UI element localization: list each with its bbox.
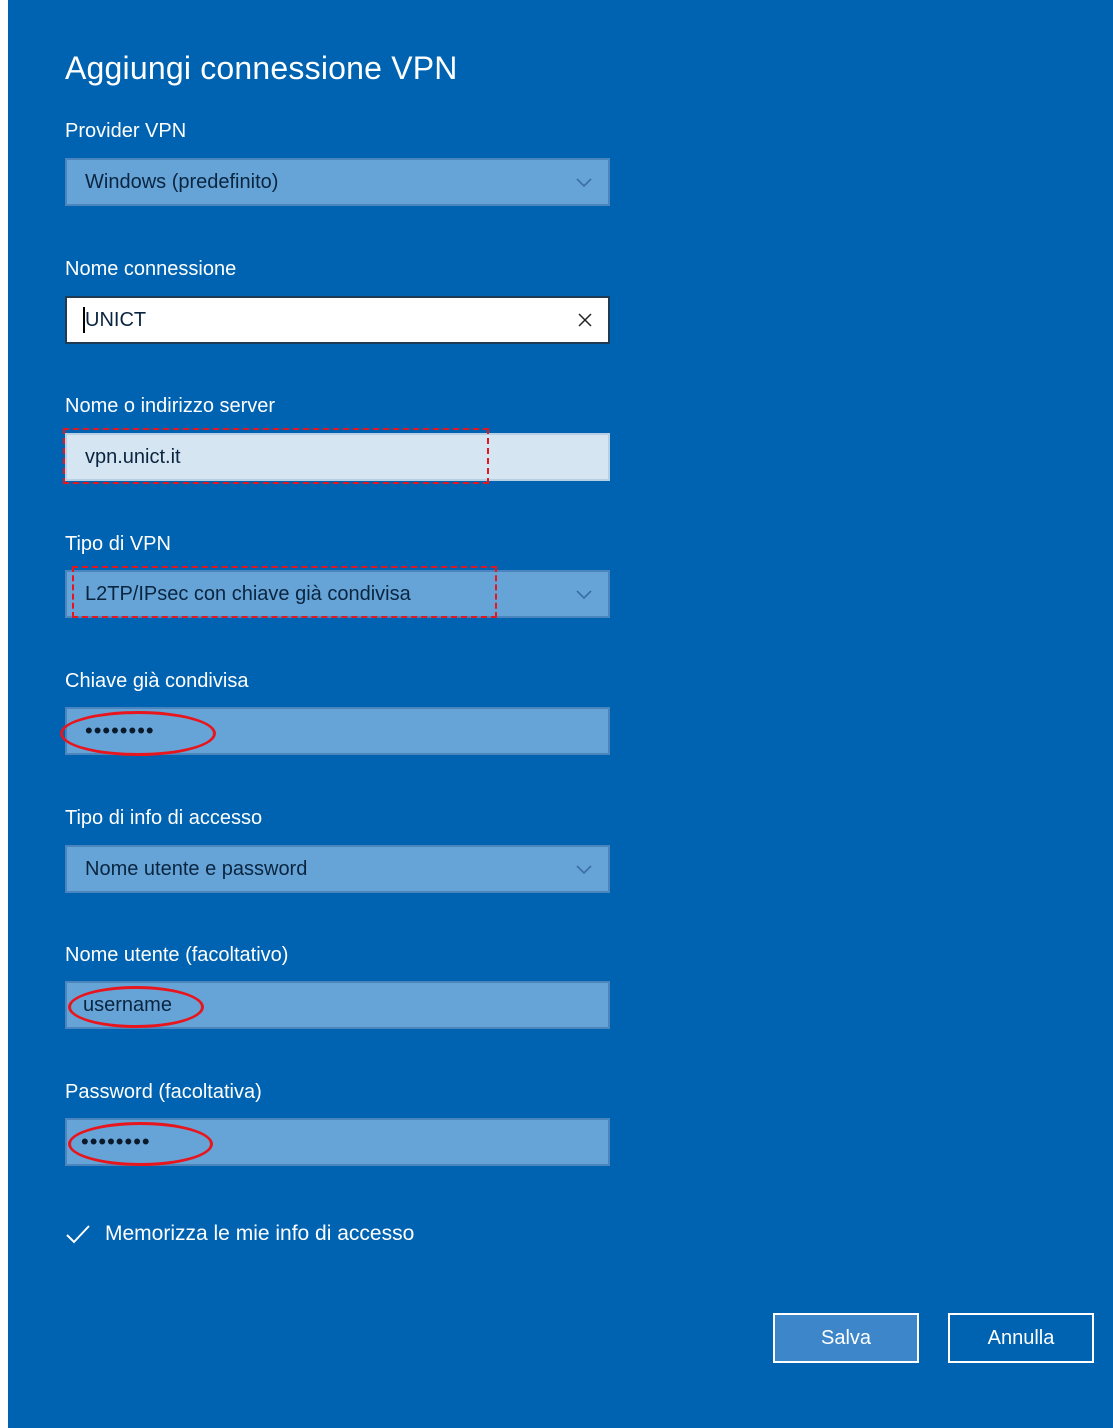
chevron-down-icon [576, 865, 592, 875]
page-title: Aggiungi connessione VPN [65, 50, 458, 86]
connection-name-value: UNICT [85, 308, 147, 331]
vpn-type-select[interactable]: L2TP/IPsec con chiave già condivisa [65, 570, 610, 618]
password-label: Password (facoltativa) [65, 1081, 262, 1103]
provider-select[interactable]: Windows (predefinito) [65, 158, 610, 206]
checkmark-icon [66, 1225, 90, 1244]
remember-label: Memorizza le mie info di accesso [105, 1222, 415, 1245]
vpn-type-label: Tipo di VPN [65, 533, 171, 555]
password-input[interactable]: •••••••• [65, 1118, 610, 1166]
signin-type-select[interactable]: Nome utente e password [65, 845, 610, 893]
preshared-key-label: Chiave già condivisa [65, 670, 249, 692]
provider-value: Windows (predefinito) [85, 170, 279, 193]
username-input[interactable]: username [65, 981, 610, 1029]
connection-name-input[interactable]: UNICT [65, 296, 610, 344]
server-value: vpn.unict.it [85, 445, 181, 468]
signin-type-value: Nome utente e password [85, 857, 308, 880]
chevron-down-icon [576, 590, 592, 600]
server-label: Nome o indirizzo server [65, 395, 276, 417]
remember-checkbox[interactable]: Memorizza le mie info di accesso [65, 1222, 414, 1246]
clear-x-icon[interactable] [576, 311, 594, 329]
connection-name-label: Nome connessione [65, 258, 237, 280]
provider-label: Provider VPN [65, 120, 187, 142]
username-value: username [83, 993, 172, 1016]
preshared-key-input[interactable]: •••••••• [65, 707, 610, 755]
cancel-button[interactable]: Annulla [948, 1313, 1094, 1363]
password-value: •••••••• [81, 1129, 151, 1154]
server-input[interactable]: vpn.unict.it [65, 433, 610, 481]
vpn-type-value: L2TP/IPsec con chiave già condivisa [85, 582, 411, 605]
save-button[interactable]: Salva [773, 1313, 919, 1363]
signin-type-label: Tipo di info di accesso [65, 807, 263, 829]
vpn-dialog: Aggiungi connessione VPN Provider VPN Wi… [8, 0, 1113, 1428]
preshared-key-value: •••••••• [85, 718, 155, 743]
chevron-down-icon [576, 178, 592, 188]
username-label: Nome utente (facoltativo) [65, 944, 289, 966]
